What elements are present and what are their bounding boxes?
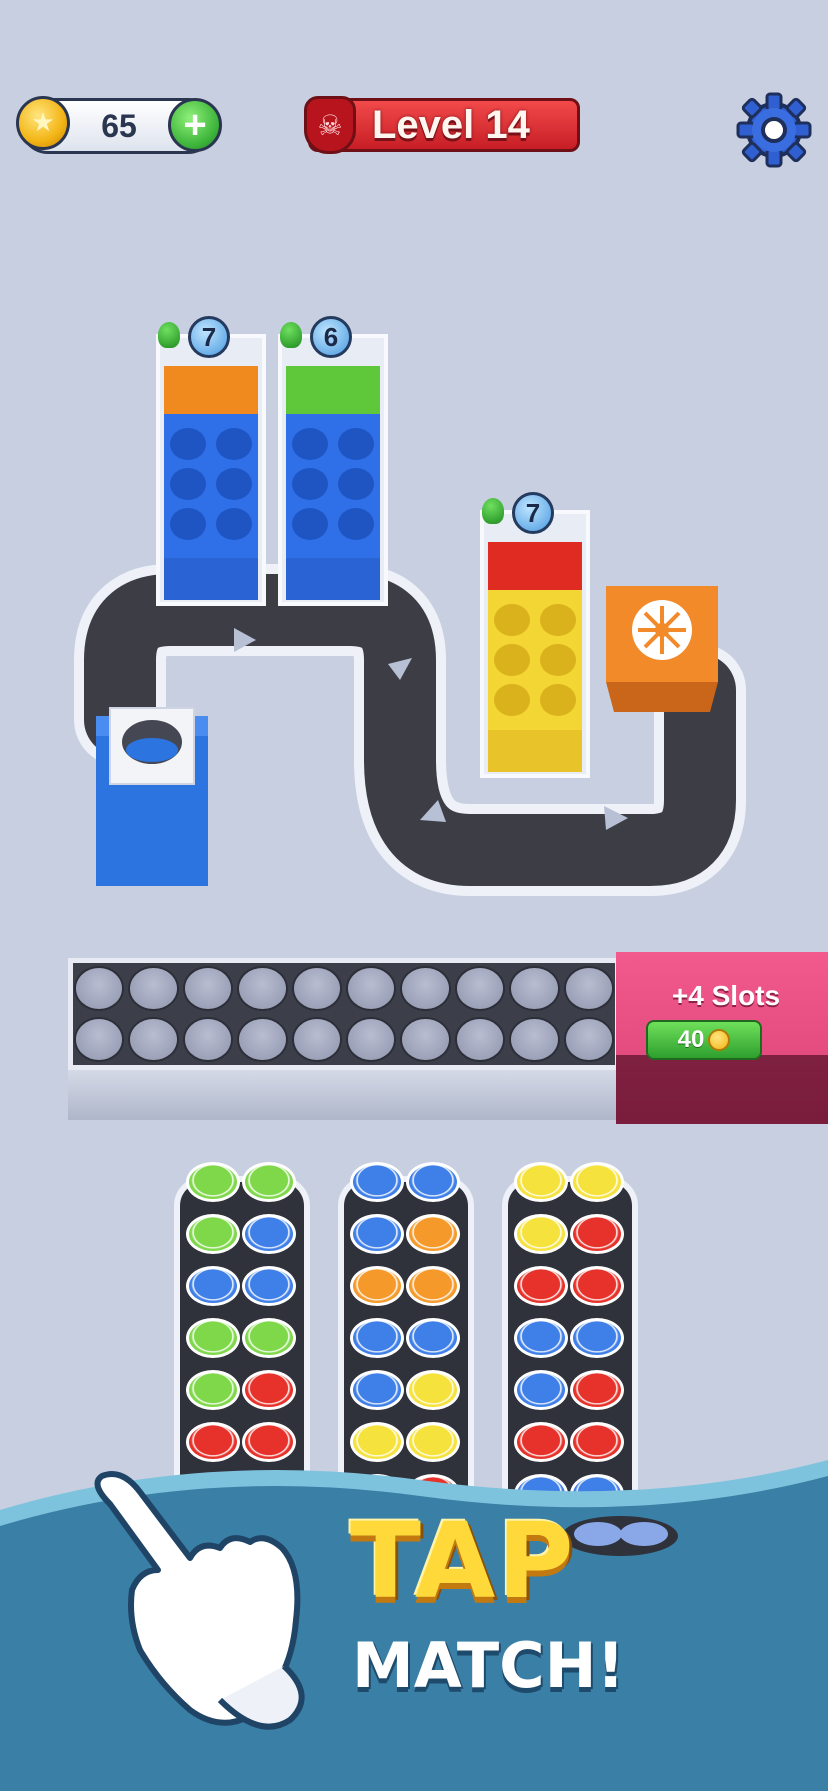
skull-icon: ☠ bbox=[304, 96, 356, 154]
cup-green[interactable] bbox=[242, 1318, 296, 1358]
queue-1-counter: 7 bbox=[188, 316, 230, 358]
cup-orange[interactable] bbox=[406, 1266, 460, 1306]
extra-slots-label: +4 Slots bbox=[671, 980, 781, 1011]
empty-slot bbox=[346, 966, 397, 1011]
promo-subline: MATCH! bbox=[352, 1629, 625, 1702]
cup-red[interactable] bbox=[514, 1266, 568, 1306]
empty-slot bbox=[509, 1017, 560, 1062]
cup-blue[interactable] bbox=[186, 1266, 240, 1306]
queue-1-indicator-dot bbox=[158, 322, 180, 348]
settings-button[interactable] bbox=[734, 90, 814, 170]
empty-slot bbox=[563, 1017, 614, 1062]
buy-extra-slots-button[interactable]: 40 bbox=[646, 1020, 762, 1060]
cup-blue[interactable] bbox=[406, 1162, 460, 1202]
coin-icon: ★ bbox=[16, 96, 70, 150]
empty-slot bbox=[237, 966, 288, 1011]
empty-slot bbox=[346, 1017, 397, 1062]
cup-green[interactable] bbox=[186, 1370, 240, 1410]
empty-slot bbox=[509, 966, 560, 1011]
empty-slot bbox=[128, 966, 179, 1011]
slot-tray-base bbox=[68, 1068, 620, 1120]
queue-column-1 bbox=[156, 334, 266, 606]
empty-slot bbox=[400, 1017, 451, 1062]
cup-red[interactable] bbox=[242, 1370, 296, 1410]
empty-slot bbox=[454, 1017, 506, 1062]
plus-icon: + bbox=[183, 103, 207, 147]
cup-yellow[interactable] bbox=[406, 1370, 460, 1410]
cup-blue[interactable] bbox=[242, 1214, 296, 1254]
cup-blue[interactable] bbox=[514, 1318, 568, 1358]
promo-headline: TAP bbox=[350, 1500, 576, 1622]
coin-icon bbox=[708, 1029, 731, 1051]
cup-red[interactable] bbox=[570, 1266, 624, 1306]
empty-slot bbox=[291, 1017, 342, 1062]
empty-slot bbox=[563, 966, 614, 1011]
queue-2-indicator-dot bbox=[280, 322, 302, 348]
cup-blue[interactable] bbox=[350, 1370, 404, 1410]
cup-red[interactable] bbox=[570, 1214, 624, 1254]
queue-2-counter: 6 bbox=[310, 316, 352, 358]
cup-orange[interactable] bbox=[350, 1266, 404, 1306]
cup-blue[interactable] bbox=[406, 1318, 460, 1358]
queue-3-indicator-dot bbox=[482, 498, 504, 524]
cup-yellow[interactable] bbox=[570, 1162, 624, 1202]
empty-slot bbox=[182, 1017, 234, 1062]
blue-bin bbox=[96, 707, 208, 886]
extra-slots-price: 40 bbox=[677, 1026, 705, 1053]
cup-blue[interactable] bbox=[350, 1162, 404, 1202]
queue-column-3 bbox=[480, 510, 590, 778]
cup-green[interactable] bbox=[186, 1318, 240, 1358]
cup-blue[interactable] bbox=[350, 1214, 404, 1254]
slot-grid bbox=[74, 966, 614, 1062]
cup-green[interactable] bbox=[186, 1214, 240, 1254]
queue-column-2 bbox=[278, 334, 388, 606]
empty-slot bbox=[237, 1017, 288, 1062]
cup-orange[interactable] bbox=[406, 1214, 460, 1254]
empty-slot bbox=[74, 966, 125, 1011]
empty-slot bbox=[400, 966, 451, 1011]
cup-blue[interactable] bbox=[514, 1370, 568, 1410]
cup-green[interactable] bbox=[186, 1162, 240, 1202]
empty-slot bbox=[454, 966, 506, 1011]
cup-red[interactable] bbox=[570, 1370, 624, 1410]
cup-blue[interactable] bbox=[570, 1318, 624, 1358]
add-coins-button[interactable]: + bbox=[168, 98, 222, 152]
level-label: Level 14 bbox=[372, 103, 530, 147]
empty-slot bbox=[74, 1017, 125, 1062]
cup-blue[interactable] bbox=[242, 1266, 296, 1306]
cup-green[interactable] bbox=[242, 1162, 296, 1202]
fan-exit-box bbox=[606, 586, 718, 712]
empty-slot bbox=[291, 966, 342, 1011]
cup-blue[interactable] bbox=[350, 1318, 404, 1358]
empty-slot bbox=[182, 966, 234, 1011]
coin-count: 65 bbox=[101, 108, 137, 144]
cup-yellow[interactable] bbox=[514, 1162, 568, 1202]
pointing-hand-icon bbox=[94, 1471, 305, 1730]
cup-yellow[interactable] bbox=[514, 1214, 568, 1254]
queue-3-counter: 7 bbox=[512, 492, 554, 534]
empty-slot bbox=[128, 1017, 179, 1062]
gear-icon bbox=[736, 92, 812, 168]
